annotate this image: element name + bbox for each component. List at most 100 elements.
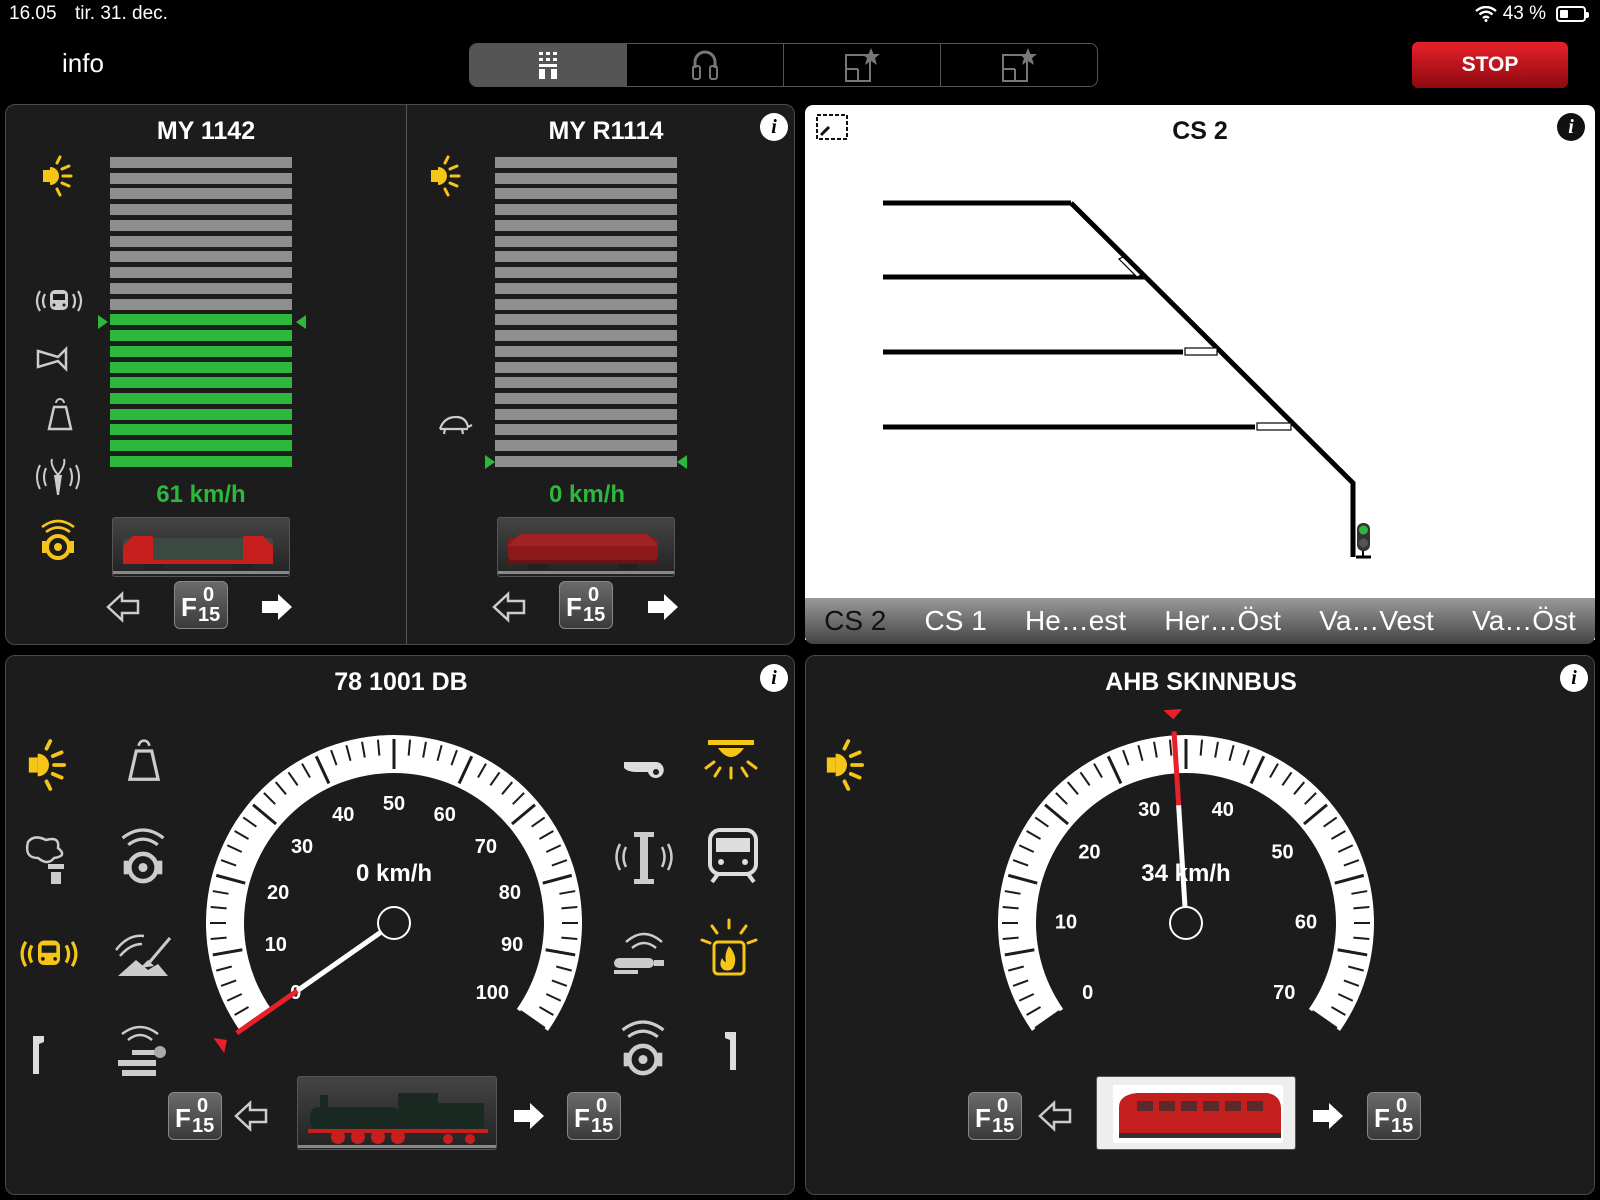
- steam-loco-icon: [298, 1093, 496, 1148]
- loco-panel-skinnbus: AHB SKINNBUS i 0 10 20 30 40 50 60 70 34 km/h F…: [805, 655, 1595, 1195]
- f-label: F: [574, 1103, 590, 1133]
- wifi-icon: [1474, 6, 1497, 22]
- view-segment-control: [469, 43, 1098, 87]
- light-icon[interactable]: [20, 736, 78, 794]
- tab-va-ost[interactable]: Va…Öst: [1472, 605, 1576, 637]
- speed-readout: 0 km/h: [356, 860, 432, 887]
- direction-right-arrow[interactable]: [644, 591, 680, 623]
- direction-left-arrow[interactable]: [234, 1100, 270, 1132]
- track-layout-panel[interactable]: CS 2 i: [805, 105, 1595, 640]
- speed-bar-right[interactable]: [495, 157, 677, 467]
- tab-cs1[interactable]: CS 1: [925, 605, 987, 637]
- gauge-tick-label: 40: [332, 804, 354, 826]
- smoke-signal-icon[interactable]: [32, 455, 84, 497]
- layout-star-icon: [1002, 48, 1037, 82]
- info-button[interactable]: info: [62, 48, 104, 79]
- sound-loco-icon[interactable]: [14, 932, 84, 976]
- direction-left-arrow[interactable]: [492, 591, 528, 623]
- direction-right-arrow[interactable]: [1309, 1100, 1345, 1132]
- direction-right-arrow[interactable]: [258, 591, 294, 623]
- speed-segment: [495, 298, 677, 310]
- speedometer-gauge[interactable]: 0102030405060708090100 0 km/h: [186, 706, 616, 1086]
- stop-button[interactable]: STOP: [1412, 42, 1568, 88]
- speed-segment: [495, 188, 677, 200]
- horn-icon[interactable]: [36, 345, 72, 373]
- turtle-slow-icon[interactable]: [436, 413, 474, 437]
- door-left-icon[interactable]: [30, 1034, 48, 1076]
- loco-image-left[interactable]: [112, 517, 290, 577]
- f-label: F: [175, 1103, 191, 1133]
- function-keys-button[interactable]: F 0 15: [168, 1092, 222, 1140]
- tab-cs2[interactable]: CS 2: [824, 605, 886, 637]
- cab-light-icon[interactable]: [700, 736, 762, 782]
- direction-right-arrow[interactable]: [510, 1100, 546, 1132]
- weight-icon[interactable]: [126, 738, 162, 782]
- speed-segment: [110, 172, 292, 184]
- speed-segment: [495, 204, 677, 216]
- info-icon[interactable]: i: [1560, 664, 1588, 692]
- speed-readout-right: 0 km/h: [548, 481, 626, 508]
- sound-loco-icon[interactable]: [32, 283, 86, 319]
- gauge-tick: [1353, 905, 1370, 910]
- gauge-needle: [1176, 805, 1188, 908]
- gauge-tick: [376, 739, 381, 756]
- keyboard-grid-icon: [539, 52, 557, 79]
- coal-shovel-icon[interactable]: [112, 926, 176, 982]
- firebox-icon[interactable]: [698, 918, 760, 980]
- door-right-icon[interactable]: [722, 1030, 740, 1072]
- status-bar: 16.05 tir. 31. dec. 43 %: [0, 0, 1600, 30]
- segment-layout-2[interactable]: [941, 44, 1097, 86]
- speedometer-gauge[interactable]: 0102030 40506070 34 km/h: [978, 706, 1408, 1086]
- light-icon[interactable]: [818, 736, 876, 794]
- tab-he-est[interactable]: He…est: [1025, 605, 1126, 637]
- f-label: F: [1374, 1103, 1390, 1133]
- function-keys-button[interactable]: F 0 15: [968, 1092, 1022, 1140]
- loco-title-left: MY 1142: [156, 117, 256, 145]
- weight-icon[interactable]: [46, 397, 74, 431]
- radio-coupler-icon[interactable]: [118, 824, 168, 886]
- gauge-tick: [1353, 936, 1370, 941]
- info-icon[interactable]: i: [760, 113, 788, 141]
- speed-segment: [495, 361, 677, 373]
- whistle-icon[interactable]: [622, 752, 668, 782]
- function-keys-button[interactable]: F 0 15: [174, 581, 228, 629]
- pump-sound-icon[interactable]: [610, 828, 678, 886]
- segment-keyboard[interactable]: [470, 44, 627, 86]
- signal-icon[interactable]: [1356, 523, 1371, 559]
- gauge-tick-label: 60: [434, 804, 456, 826]
- function-keys-button[interactable]: F 0 15: [567, 1092, 621, 1140]
- direction-left-arrow[interactable]: [1038, 1100, 1074, 1132]
- smoke-generator-icon[interactable]: [20, 832, 76, 888]
- speed-segment: [110, 330, 292, 342]
- loco-image-right[interactable]: [497, 517, 675, 577]
- light-icon[interactable]: [36, 153, 82, 199]
- loco-title: AHB SKINNBUS: [1105, 668, 1297, 696]
- function-keys-button[interactable]: F 0 15: [1367, 1092, 1421, 1140]
- speed-bar-left[interactable]: [110, 157, 292, 467]
- speed-segment: [495, 235, 677, 247]
- gauge-tick-label: 40: [1212, 799, 1234, 821]
- f-label: F: [181, 592, 197, 622]
- gauge-tick-label: 30: [1138, 799, 1160, 821]
- sound-coal-icon[interactable]: [112, 1020, 172, 1082]
- function-keys-button[interactable]: F 0 15: [559, 581, 613, 629]
- light-icon[interactable]: [424, 153, 470, 199]
- radio-coupler-icon[interactable]: [36, 515, 80, 561]
- status-right: 43 %: [1474, 3, 1589, 25]
- segment-headset[interactable]: [627, 44, 784, 86]
- radio-coupler-icon[interactable]: [618, 1016, 668, 1078]
- speed-segment: [110, 157, 292, 168]
- gauge-tick: [561, 936, 578, 941]
- tab-her-ost[interactable]: Her…Öst: [1164, 605, 1281, 637]
- direction-left-arrow[interactable]: [106, 591, 142, 623]
- loco-image[interactable]: [297, 1076, 497, 1150]
- info-icon[interactable]: i: [760, 664, 788, 692]
- train-front-icon[interactable]: [706, 826, 760, 884]
- loco-image[interactable]: [1096, 1076, 1296, 1150]
- tab-va-vest[interactable]: Va…Vest: [1319, 605, 1434, 637]
- gauge-tick-label: 10: [1055, 912, 1077, 934]
- segment-layout-1[interactable]: [784, 44, 941, 86]
- air-pump-sound-icon[interactable]: [612, 926, 674, 978]
- speed-segment: [495, 440, 677, 452]
- track-diagram[interactable]: [805, 105, 1595, 595]
